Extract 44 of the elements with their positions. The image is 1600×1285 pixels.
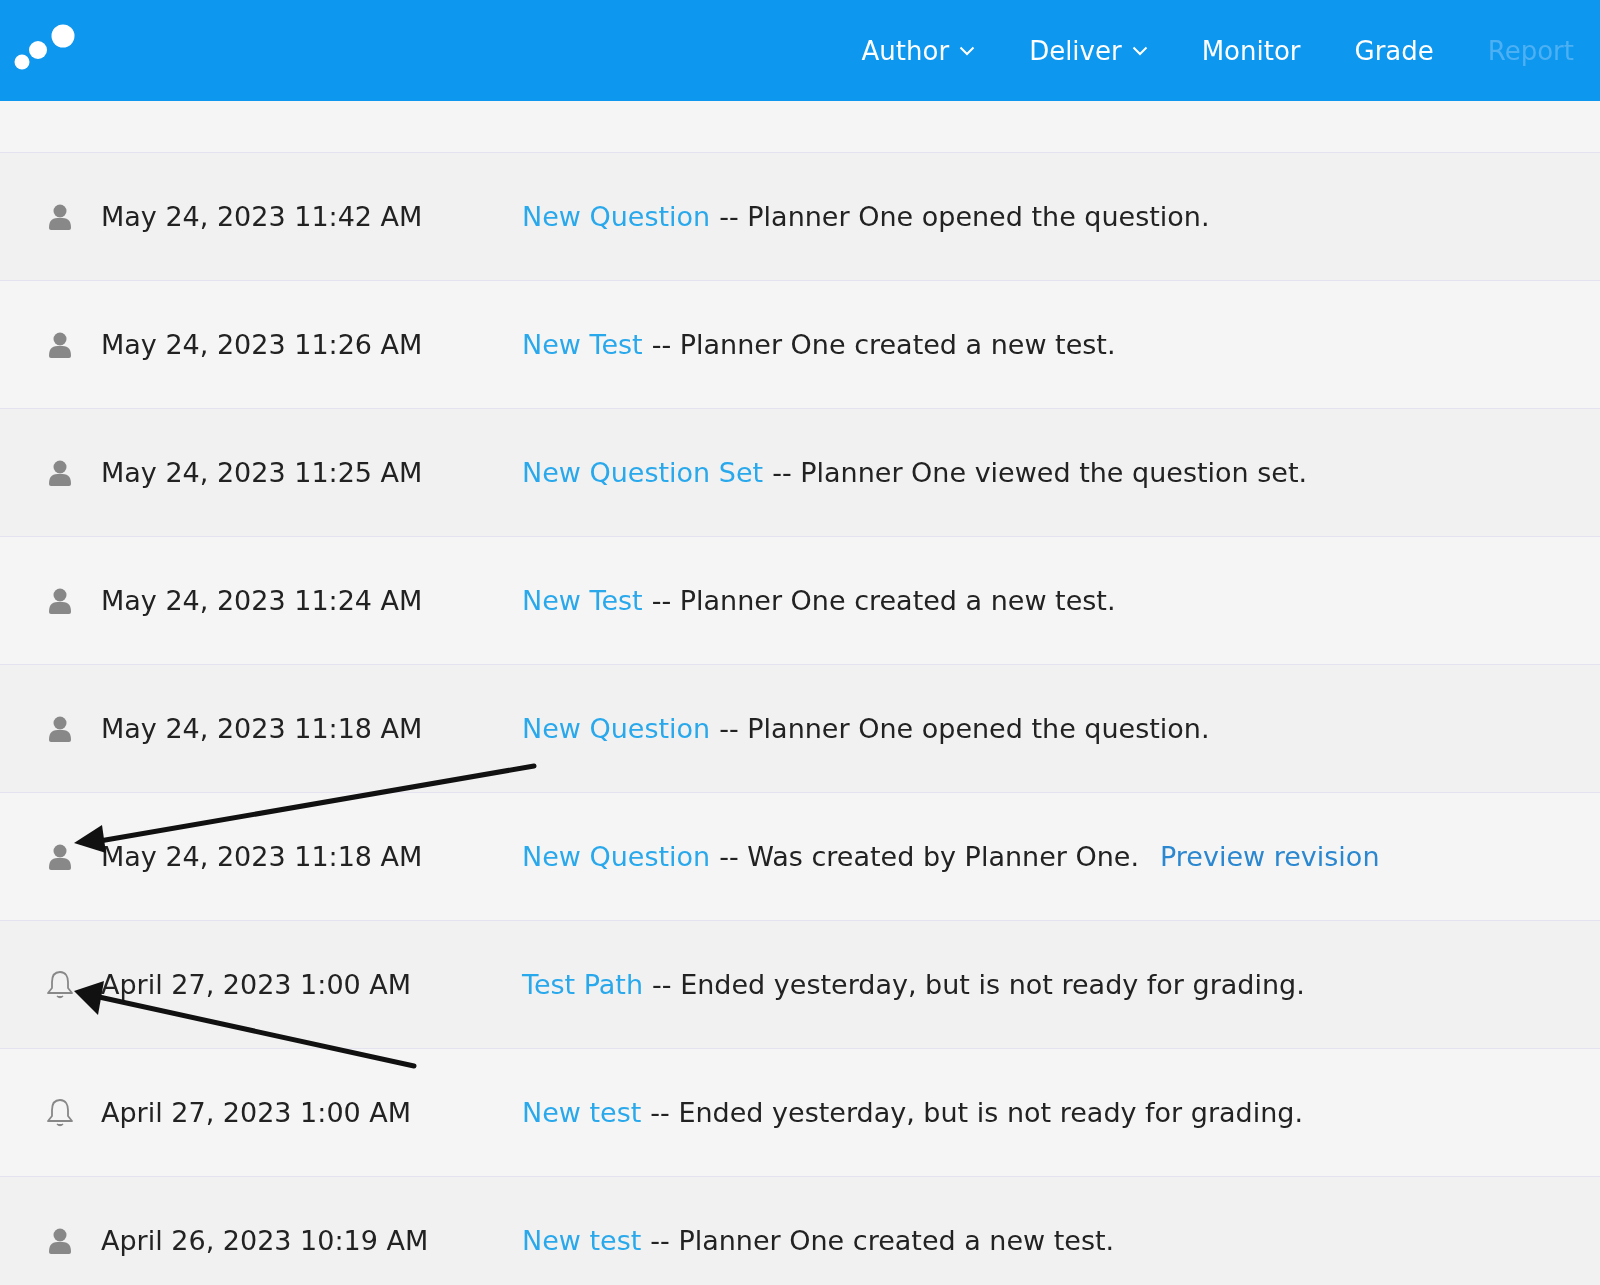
event-link[interactable]: New Test bbox=[522, 329, 643, 360]
user-icon bbox=[48, 331, 71, 358]
bell-icon bbox=[45, 1097, 74, 1128]
nav-link[interactable]: Monitor bbox=[1201, 35, 1301, 66]
user-icon bbox=[48, 587, 71, 614]
event-link[interactable]: New Question bbox=[522, 841, 711, 872]
event-description: -- Ended yesterday, but is not ready for grading. bbox=[650, 1097, 1304, 1128]
user-icon bbox=[48, 1227, 71, 1254]
user-icon bbox=[48, 715, 71, 742]
event-time: April 26, 2023 10:19 AM bbox=[101, 1225, 430, 1256]
nav-link[interactable]: Deliver bbox=[1029, 35, 1148, 66]
preview-revision-link[interactable]: Preview revision bbox=[1160, 841, 1380, 872]
event-link[interactable]: New test bbox=[522, 1097, 642, 1128]
event-link[interactable]: Test Path bbox=[522, 969, 644, 1000]
event-time: May 24, 2023 11:25 AM bbox=[101, 457, 424, 488]
nav-link[interactable]: Author bbox=[861, 35, 976, 66]
event-description: -- Planner One opened the question. bbox=[719, 713, 1210, 744]
event-description: -- Was created by Planner One. bbox=[719, 841, 1139, 872]
user-icon bbox=[48, 203, 71, 230]
event-link[interactable]: New Question Set bbox=[522, 457, 764, 488]
event-time: May 24, 2023 11:24 AM bbox=[101, 585, 424, 616]
event-time: April 27, 2023 1:00 AM bbox=[101, 969, 413, 1000]
event-description: -- Ended yesterday, but is not ready for grading. bbox=[652, 969, 1305, 1000]
chevron-down-icon bbox=[959, 45, 976, 56]
event-description: -- Planner One viewed the question set. bbox=[772, 457, 1308, 488]
event-link[interactable]: New Test bbox=[522, 585, 643, 616]
user-icon bbox=[48, 459, 71, 486]
nav-link[interactable]: Grade bbox=[1354, 35, 1434, 66]
bell-icon bbox=[45, 969, 74, 1000]
event-description: -- Planner One created a new test. bbox=[651, 329, 1116, 360]
event-time: May 24, 2023 11:42 AM bbox=[101, 201, 424, 232]
event-time: May 24, 2023 11:26 AM bbox=[101, 329, 424, 360]
event-time: May 24, 2023 11:18 AM bbox=[101, 841, 424, 872]
chevron-down-icon bbox=[1131, 45, 1148, 56]
event-link[interactable]: New Question bbox=[522, 201, 711, 232]
user-icon bbox=[48, 843, 71, 870]
event-description: -- Planner One created a new test. bbox=[650, 1225, 1115, 1256]
event-description: -- Planner One created a new test. bbox=[651, 585, 1116, 616]
event-description: -- Planner One opened the question. bbox=[719, 201, 1210, 232]
event-link[interactable]: New test bbox=[522, 1225, 642, 1256]
event-link[interactable]: New Question bbox=[522, 713, 711, 744]
event-time: April 27, 2023 1:00 AM bbox=[101, 1097, 413, 1128]
event-time: May 24, 2023 11:18 AM bbox=[101, 713, 424, 744]
logo-icon[interactable] bbox=[14, 23, 76, 70]
